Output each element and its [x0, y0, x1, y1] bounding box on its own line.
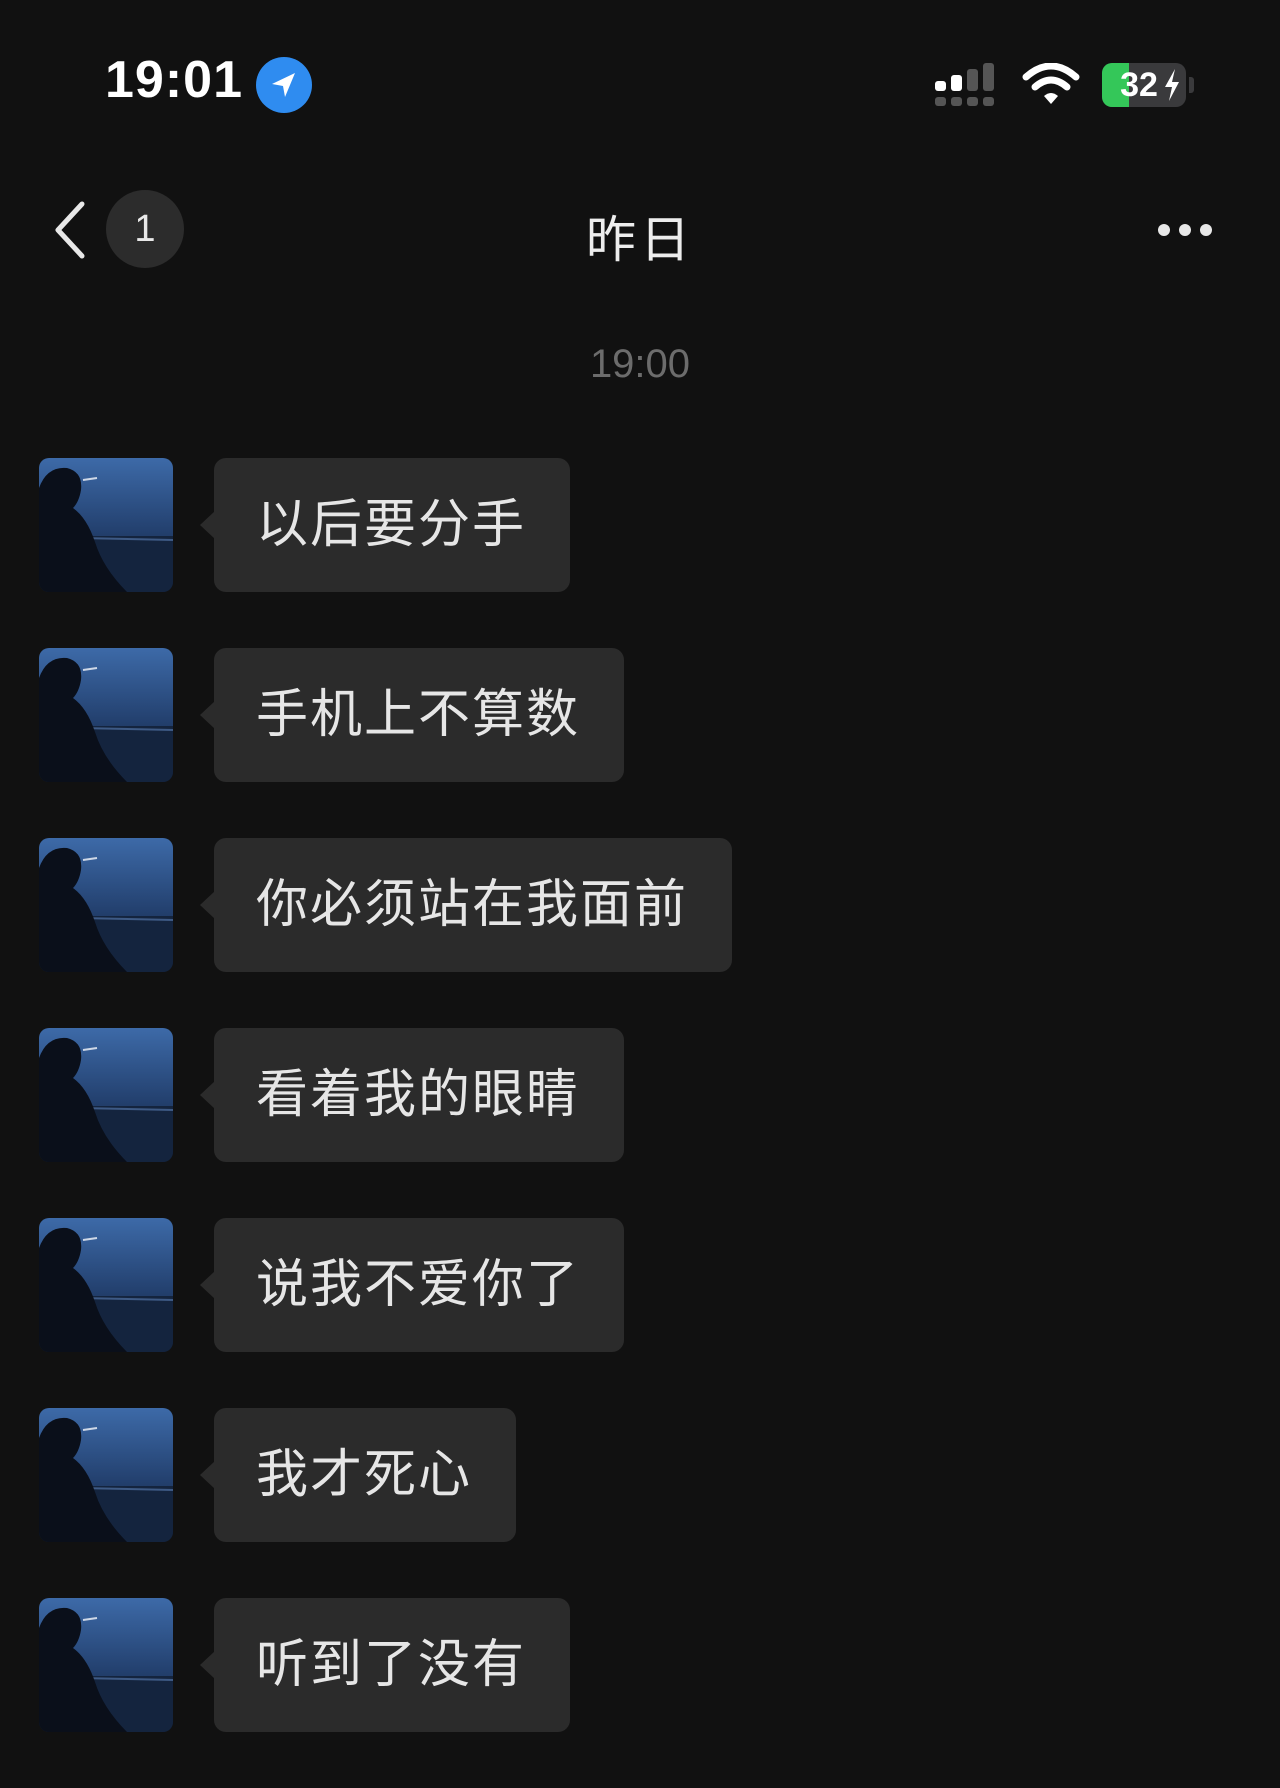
contact-avatar[interactable]: [39, 1028, 173, 1162]
contact-avatar[interactable]: [39, 1598, 173, 1732]
message-bubble[interactable]: 我才死心: [200, 1408, 517, 1542]
contact-avatar[interactable]: [39, 648, 173, 782]
message-bubble[interactable]: 看着我的眼睛: [200, 1028, 625, 1162]
bubble-tail: [200, 891, 215, 919]
message-bubble[interactable]: 手机上不算数: [200, 648, 625, 782]
message-row: 我才死心: [0, 1408, 1280, 1598]
cellular-signal-icon: [935, 63, 994, 106]
more-dots-icon-dot: [1179, 224, 1191, 236]
message-text: 听到了没有: [256, 1635, 527, 1695]
more-options-button[interactable]: [1150, 200, 1220, 260]
bubble-tail: [200, 701, 215, 729]
message-row: 手机上不算数: [0, 648, 1280, 838]
message-row: 以后要分手: [0, 458, 1280, 648]
location-arrow-icon: [256, 57, 312, 113]
contact-avatar[interactable]: [39, 838, 173, 972]
message-timestamp: 19:00: [589, 342, 691, 386]
bubble-tail: [200, 1271, 215, 1299]
status-bar: 19:01 32: [0, 0, 1280, 170]
battery-cap: [1189, 77, 1194, 93]
wifi-icon: [1022, 63, 1080, 104]
contact-avatar[interactable]: [39, 458, 173, 592]
charging-bolt-icon: [1165, 69, 1179, 101]
bubble-tail: [200, 511, 215, 539]
message-text: 我才死心: [256, 1445, 473, 1505]
battery-indicator: 32: [1102, 63, 1186, 107]
message-row: 听到了没有: [0, 1598, 1280, 1788]
message-row: 看着我的眼睛: [0, 1028, 1280, 1218]
message-bubble[interactable]: 以后要分手: [200, 458, 571, 592]
message-text: 以后要分手: [256, 495, 527, 555]
bubble-tail: [200, 1081, 215, 1109]
chat-title: 昨日: [586, 211, 694, 269]
more-dots-icon: [1158, 224, 1170, 236]
message-row: 说我不爱你了: [0, 1218, 1280, 1408]
status-time: 19:01: [105, 51, 243, 109]
message-text: 手机上不算数: [256, 685, 581, 745]
contact-avatar[interactable]: [39, 1218, 173, 1352]
message-list: 以后要分手 手机上不算数 你必须站在我面前 看着我的眼睛 说我不爱你了 我才死心…: [0, 458, 1280, 1788]
message-bubble[interactable]: 你必须站在我面前: [200, 838, 733, 972]
bubble-tail: [200, 1461, 215, 1489]
contact-avatar[interactable]: [39, 1408, 173, 1542]
chat-header: 1 昨日: [0, 170, 1280, 290]
message-bubble[interactable]: 听到了没有: [200, 1598, 571, 1732]
bubble-tail: [200, 1651, 215, 1679]
message-text: 你必须站在我面前: [256, 875, 689, 935]
message-text: 说我不爱你了: [256, 1255, 581, 1315]
message-bubble[interactable]: 说我不爱你了: [200, 1218, 625, 1352]
message-row: 你必须站在我面前: [0, 838, 1280, 1028]
more-dots-icon-dot: [1200, 224, 1212, 236]
message-text: 看着我的眼睛: [256, 1065, 581, 1125]
